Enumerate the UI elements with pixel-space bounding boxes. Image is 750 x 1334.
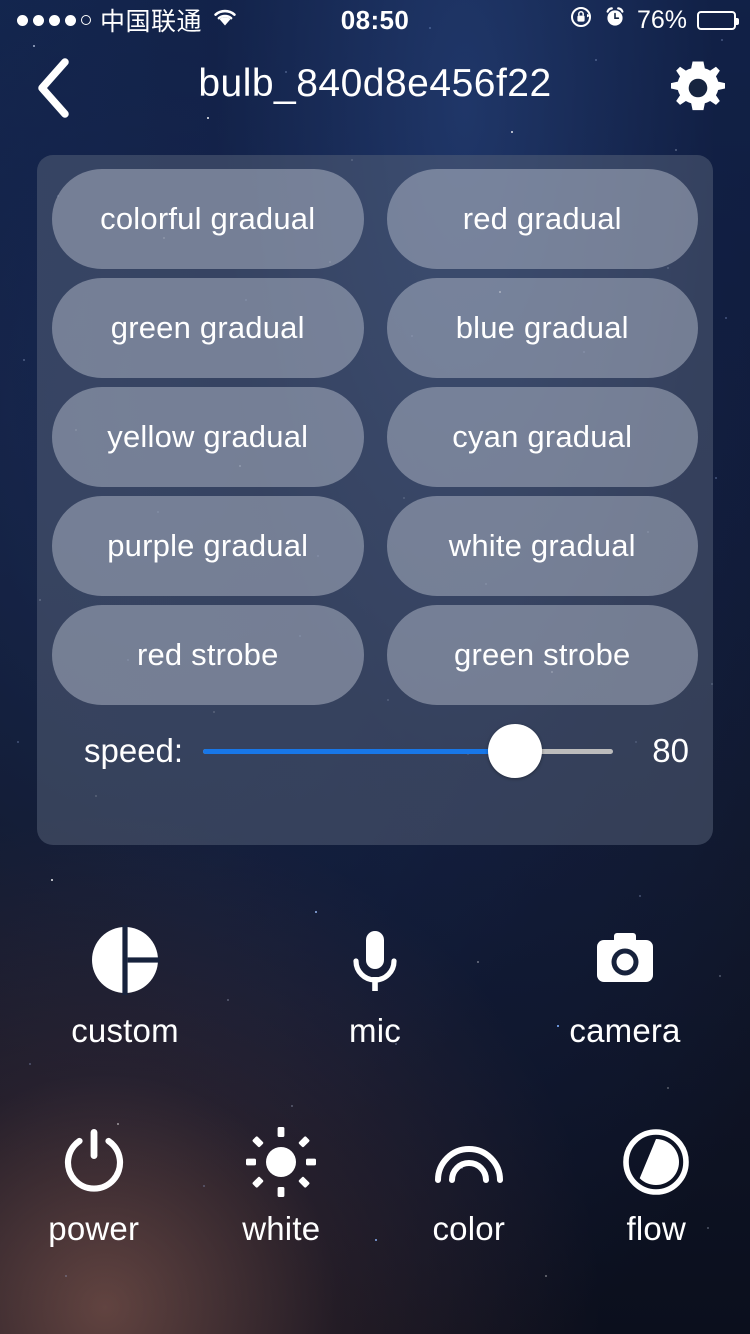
effect-button-green-strobe[interactable]: green strobe bbox=[386, 605, 698, 705]
status-bar: 中国联通 08:50 76% bbox=[0, 0, 750, 40]
speed-slider[interactable] bbox=[203, 723, 613, 779]
effect-button-purple-gradual[interactable]: purple gradual bbox=[52, 496, 364, 596]
power-icon bbox=[55, 1122, 133, 1202]
flow-clock-icon bbox=[617, 1122, 695, 1202]
mode-label-flow: flow bbox=[626, 1210, 686, 1247]
settings-button[interactable] bbox=[664, 56, 732, 124]
tools-row: custom mic camera bbox=[0, 920, 750, 1050]
effect-button-blue-gradual[interactable]: blue gradual bbox=[386, 278, 698, 378]
mode-button-color[interactable]: color bbox=[375, 1122, 563, 1248]
effects-panel: colorful gradual red gradual green gradu… bbox=[37, 155, 713, 845]
gear-icon bbox=[667, 57, 729, 124]
speed-value: 80 bbox=[652, 732, 689, 769]
effect-button-yellow-gradual[interactable]: yellow gradual bbox=[52, 387, 364, 487]
effect-button-white-gradual[interactable]: white gradual bbox=[386, 496, 698, 596]
mode-button-white[interactable]: white bbox=[188, 1122, 376, 1248]
app-screen: 中国联通 08:50 76% bulb_840d8e456f22 colorfu… bbox=[0, 0, 750, 1334]
slider-thumb[interactable] bbox=[487, 724, 542, 778]
camera-icon bbox=[586, 920, 664, 1000]
mode-label-power: power bbox=[48, 1210, 140, 1247]
effect-button-cyan-gradual[interactable]: cyan gradual bbox=[386, 387, 698, 487]
effect-button-red-gradual[interactable]: red gradual bbox=[386, 169, 698, 269]
tool-label-custom: custom bbox=[71, 1012, 179, 1049]
tool-button-mic[interactable]: mic bbox=[250, 920, 500, 1050]
effect-button-colorful-gradual[interactable]: colorful gradual bbox=[52, 169, 364, 269]
mode-button-power[interactable]: power bbox=[0, 1122, 188, 1248]
tool-button-camera[interactable]: camera bbox=[500, 920, 750, 1050]
modes-row: power white color flow bbox=[0, 1122, 750, 1248]
tool-label-mic: mic bbox=[349, 1012, 401, 1049]
brightness-sun-icon bbox=[242, 1122, 320, 1202]
effect-button-green-gradual[interactable]: green gradual bbox=[52, 278, 364, 378]
tool-button-custom[interactable]: custom bbox=[0, 920, 250, 1050]
navigation-bar: bulb_840d8e456f22 bbox=[0, 44, 750, 138]
speed-slider-row: speed: 80 bbox=[52, 705, 698, 797]
effects-grid: colorful gradual red gradual green gradu… bbox=[52, 169, 698, 705]
mode-label-white: white bbox=[242, 1210, 321, 1247]
chevron-left-icon bbox=[34, 57, 74, 124]
microphone-icon bbox=[336, 920, 414, 1000]
speed-label: speed: bbox=[84, 732, 184, 769]
mode-button-flow[interactable]: flow bbox=[563, 1122, 750, 1248]
page-title: bulb_840d8e456f22 bbox=[198, 62, 552, 105]
mode-label-color: color bbox=[432, 1210, 506, 1247]
rainbow-icon bbox=[430, 1122, 508, 1202]
color-wheel-icon bbox=[86, 920, 164, 1000]
battery-icon bbox=[697, 10, 739, 30]
tool-label-camera: camera bbox=[569, 1012, 681, 1049]
status-bar-clock: 08:50 bbox=[340, 4, 410, 35]
back-button[interactable] bbox=[22, 57, 86, 124]
effect-button-red-strobe[interactable]: red strobe bbox=[52, 605, 364, 705]
slider-fill bbox=[203, 748, 515, 754]
